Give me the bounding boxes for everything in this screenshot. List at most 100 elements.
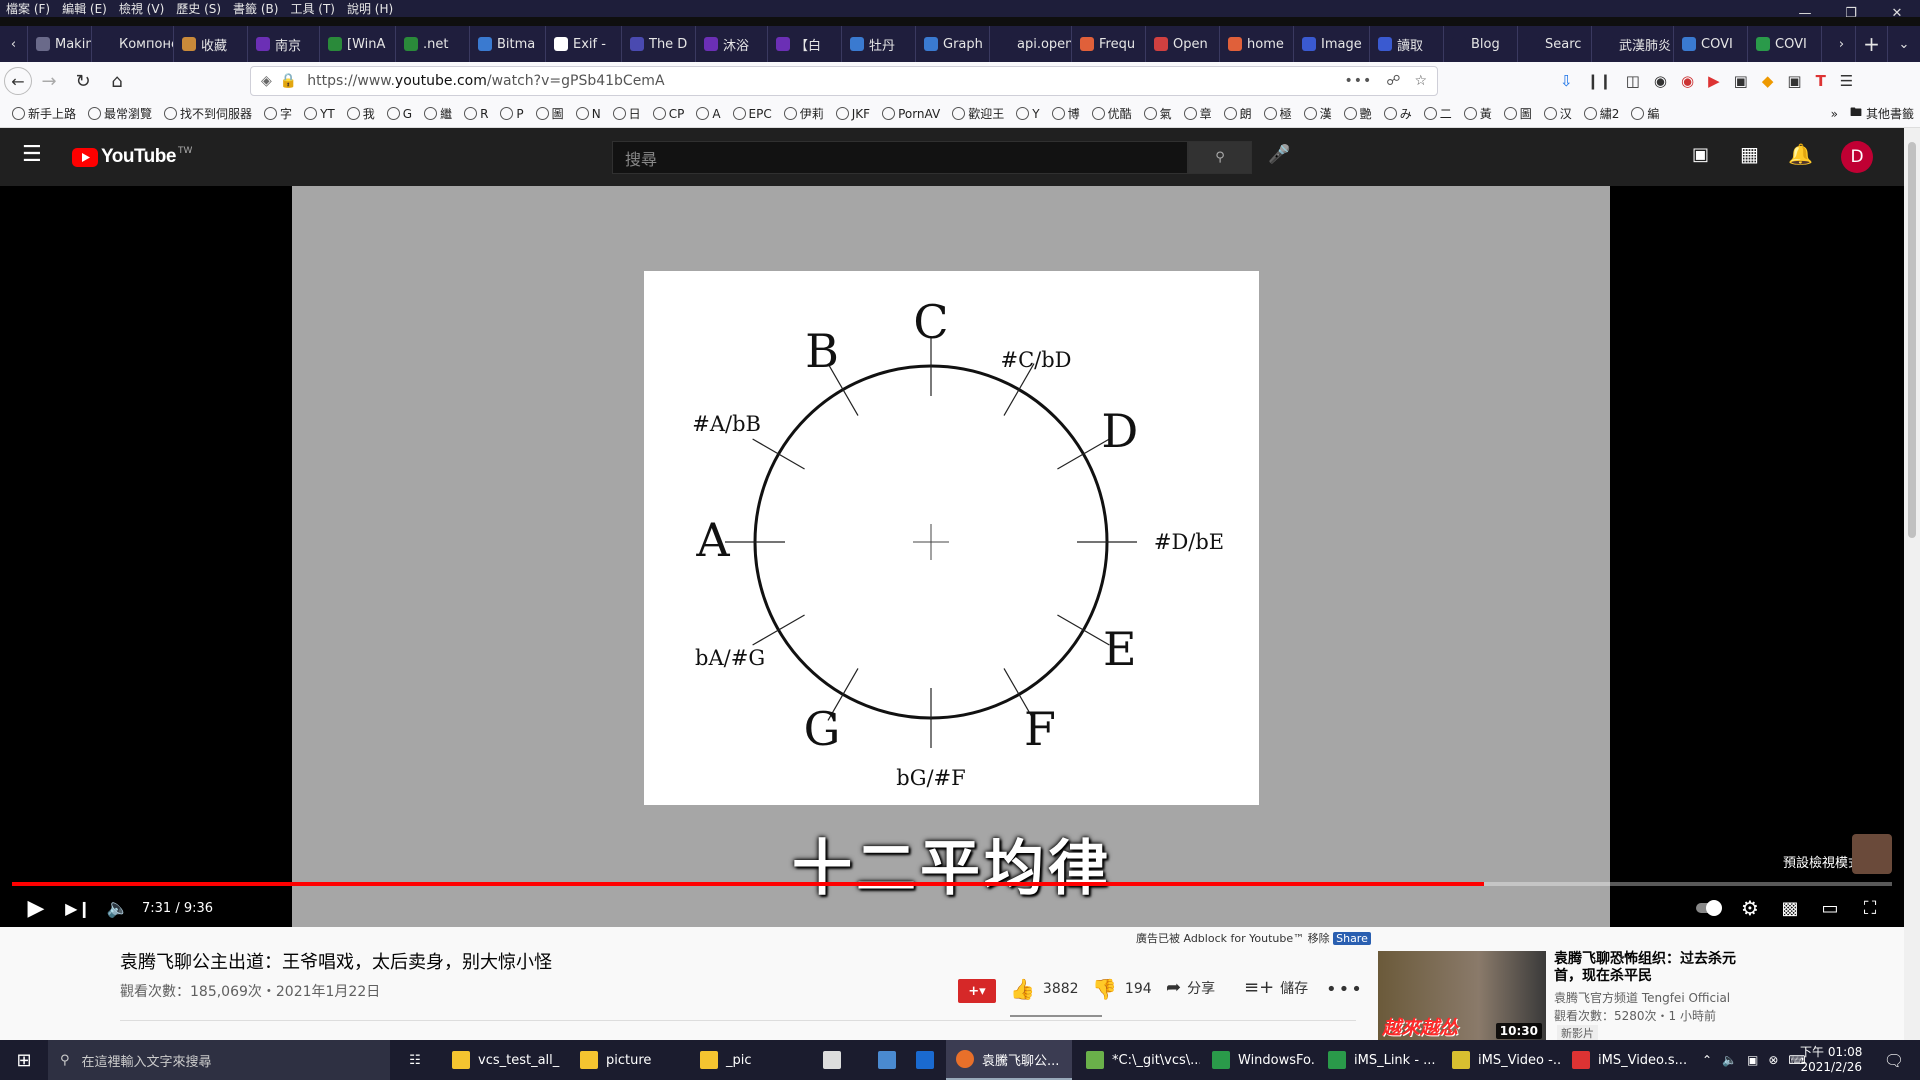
- progress-bar[interactable]: [12, 882, 1892, 886]
- browser-tab[interactable]: .net: [396, 26, 470, 62]
- bookmark-item[interactable]: JKF: [830, 105, 876, 122]
- like-button[interactable]: 👍 3882: [1010, 977, 1079, 1001]
- taskbar-item-app[interactable]: 袁騰飞聊公...: [946, 1040, 1072, 1080]
- network-icon[interactable]: ▣: [1747, 1053, 1758, 1067]
- bookmark-item[interactable]: 我: [341, 105, 381, 122]
- plus-extension-button[interactable]: +▾: [958, 979, 996, 1003]
- video-extension-icon[interactable]: ▶: [1708, 72, 1720, 90]
- bookmark-item[interactable]: 朗: [1218, 105, 1258, 122]
- bookmarks-more-icon[interactable]: »: [1825, 107, 1844, 121]
- bookmark-item[interactable]: 章: [1178, 105, 1218, 122]
- extension-orange-icon[interactable]: ◆: [1762, 72, 1774, 90]
- avatar[interactable]: D: [1841, 141, 1873, 173]
- search-button[interactable]: ⚲: [1188, 141, 1252, 174]
- start-button[interactable]: ⊞: [0, 1040, 48, 1080]
- bookmark-item[interactable]: 極: [1258, 105, 1298, 122]
- bookmark-item[interactable]: み: [1378, 105, 1418, 122]
- browser-tab[interactable]: 沐浴: [696, 26, 768, 62]
- fullscreen-icon[interactable]: ⛶: [1852, 890, 1888, 926]
- back-icon[interactable]: ←: [4, 67, 32, 95]
- bookmark-item[interactable]: EPC: [727, 105, 778, 122]
- hamburger-menu-icon[interactable]: ☰: [1840, 72, 1853, 90]
- browser-tab[interactable]: Frequ: [1072, 26, 1146, 62]
- taskbar-item-folder[interactable]: _pic: [690, 1040, 808, 1080]
- bookmark-item[interactable]: 繼: [418, 105, 458, 122]
- bookmark-item[interactable]: 繡2: [1578, 105, 1626, 122]
- menu-view[interactable]: 檢視 (V): [113, 0, 170, 17]
- bookmark-item[interactable]: A: [690, 105, 726, 122]
- taskbar-item-app[interactable]: *C:\_git\vcs\...: [1076, 1040, 1200, 1080]
- dislike-button[interactable]: 👎 194: [1092, 977, 1152, 1001]
- taskbar-item-app[interactable]: WindowsFo...: [1202, 1040, 1316, 1080]
- browser-tab[interactable]: Bitma: [470, 26, 546, 62]
- new-tab-icon[interactable]: +: [1856, 26, 1888, 62]
- save-button[interactable]: ≡+ 儲存: [1244, 977, 1308, 998]
- library-icon[interactable]: ❙❙: [1587, 72, 1612, 90]
- menu-history[interactable]: 歷史 (S): [170, 0, 227, 17]
- scrollbar-thumb[interactable]: [1908, 142, 1916, 538]
- minimize-icon[interactable]: —: [1782, 0, 1828, 26]
- lock-icon[interactable]: 🔒: [280, 73, 297, 89]
- notifications-bell-icon[interactable]: 🔔: [1788, 142, 1813, 166]
- browser-tab[interactable]: 讀取: [1370, 26, 1444, 62]
- taskbar-pinned-app[interactable]: [868, 1040, 906, 1080]
- bookmark-item[interactable]: CP: [647, 105, 691, 122]
- browser-tab[interactable]: [WinA: [320, 26, 396, 62]
- bookmark-item[interactable]: 艷: [1338, 105, 1378, 122]
- browser-tab[interactable]: Searc: [1518, 26, 1592, 62]
- bookmark-item[interactable]: 找不到伺服器: [158, 105, 258, 122]
- browser-tab[interactable]: COVI: [1748, 26, 1822, 62]
- browser-tab[interactable]: api.open: [990, 26, 1072, 62]
- bookmark-item[interactable]: 汉: [1538, 105, 1578, 122]
- bookmark-item[interactable]: 黃: [1458, 105, 1498, 122]
- browser-tab[interactable]: Image: [1294, 26, 1370, 62]
- tab-scroll-left-icon[interactable]: ‹: [0, 26, 28, 62]
- reload-icon[interactable]: ↻: [66, 66, 100, 96]
- autoplay-toggle[interactable]: [1690, 890, 1726, 926]
- menu-file[interactable]: 檔案 (F): [0, 0, 56, 17]
- screenshot-icon[interactable]: ▣: [1734, 72, 1748, 90]
- extension-red-icon[interactable]: ◉: [1681, 72, 1694, 90]
- end-card-thumbnail[interactable]: [1852, 834, 1892, 874]
- taskbar-item-app[interactable]: iMS_Video -...: [1442, 1040, 1560, 1080]
- browser-tab[interactable]: The D: [622, 26, 696, 62]
- browser-tab[interactable]: Компонен: [92, 26, 174, 62]
- search-input[interactable]: 搜尋: [612, 141, 1188, 174]
- page-actions-icon[interactable]: •••: [1344, 73, 1372, 89]
- apps-grid-icon[interactable]: ▦: [1740, 142, 1759, 166]
- bookmark-item[interactable]: 最常瀏覽: [82, 105, 158, 122]
- tray-x-icon[interactable]: ⊗: [1768, 1053, 1778, 1067]
- browser-tab[interactable]: 南京: [248, 26, 320, 62]
- forward-icon[interactable]: →: [32, 66, 66, 96]
- account-icon[interactable]: ◉: [1654, 72, 1667, 90]
- bookmark-item[interactable]: Y: [1010, 105, 1045, 122]
- browser-tab[interactable]: 武漢肺炎: [1592, 26, 1674, 62]
- adblock-share-badge[interactable]: Share: [1333, 932, 1371, 945]
- settings-gear-icon[interactable]: ⚙: [1732, 890, 1768, 926]
- menu-help[interactable]: 說明 (H): [341, 0, 399, 17]
- taskbar-item-folder[interactable]: picture: [570, 1040, 688, 1080]
- bookmark-item[interactable]: 二: [1418, 105, 1458, 122]
- taskbar-pinned-app[interactable]: [812, 1040, 852, 1080]
- browser-tab[interactable]: Graph: [916, 26, 990, 62]
- bookmark-item[interactable]: 新手上路: [6, 105, 82, 122]
- recommendation-channel[interactable]: 袁腾飞官方频道 Tengfei Official: [1554, 989, 1730, 1006]
- tab-list-chevron-icon[interactable]: ⌄: [1888, 26, 1920, 62]
- taskbar-item-folder[interactable]: vcs_test_all_...: [442, 1040, 560, 1080]
- browser-tab[interactable]: home: [1220, 26, 1294, 62]
- browser-tab[interactable]: COVI: [1674, 26, 1748, 62]
- browser-tab[interactable]: 收藏: [174, 26, 248, 62]
- tray-chevron-icon[interactable]: ⌃: [1702, 1053, 1712, 1067]
- extension-box-icon[interactable]: ▣: [1787, 72, 1801, 90]
- guide-menu-icon[interactable]: ☰: [22, 142, 42, 167]
- extension-t-icon[interactable]: T: [1816, 72, 1826, 90]
- theater-mode-icon[interactable]: ▭: [1812, 890, 1848, 926]
- taskbar-item-app[interactable]: iMS_Link - ...: [1318, 1040, 1440, 1080]
- create-video-icon[interactable]: ▣: [1692, 144, 1709, 165]
- bookmark-item[interactable]: 圖: [1498, 105, 1538, 122]
- home-icon[interactable]: ⌂: [100, 66, 134, 96]
- volume-button[interactable]: 🔈: [100, 890, 136, 926]
- bookmark-item[interactable]: 日: [607, 105, 647, 122]
- bookmark-star-icon[interactable]: ☆: [1414, 73, 1427, 89]
- recommendation-title[interactable]: 袁腾飞聊恐怖组织：过去杀元首，现在杀平民: [1554, 951, 1744, 985]
